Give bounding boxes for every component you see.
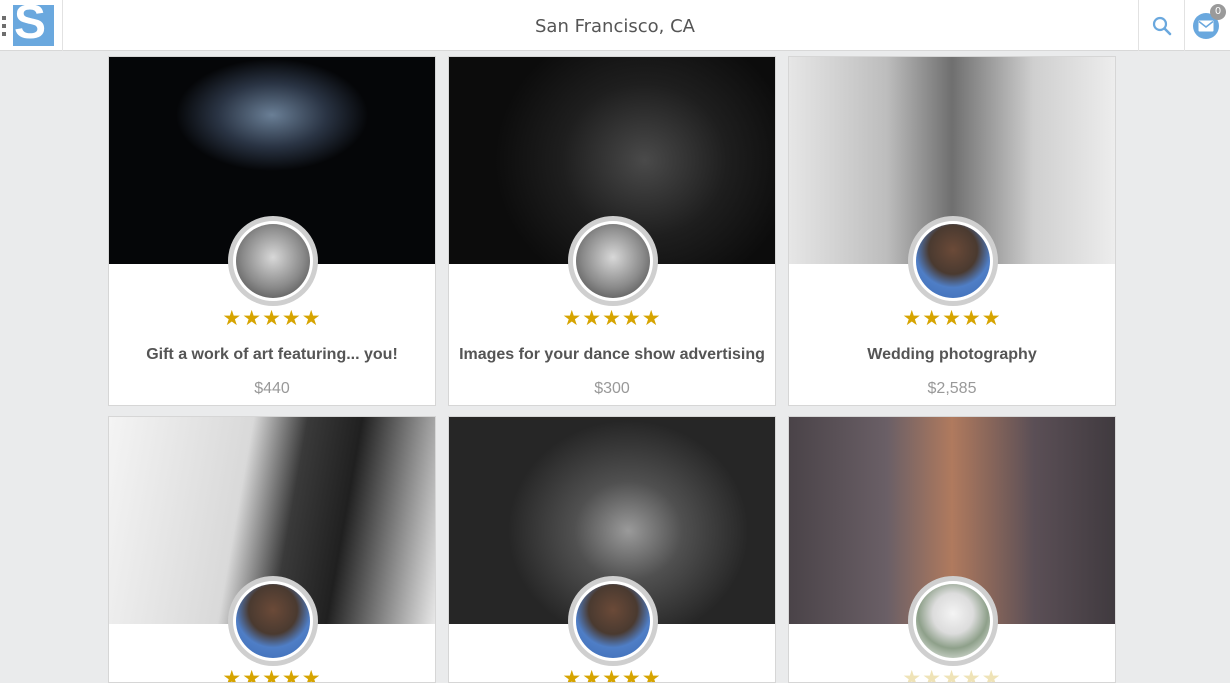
listing-title[interactable]: Wedding photography	[789, 346, 1115, 364]
rating-stars: ★★★★★	[562, 666, 662, 683]
mail-icon	[1198, 20, 1214, 32]
mail-count-badge: 0	[1210, 4, 1226, 20]
listing-card[interactable]: ★★★★★ Gift a work of art featuring... yo…	[108, 56, 436, 406]
listing-title[interactable]: Images for your dance show advertising	[449, 346, 775, 364]
listing-title[interactable]: Gift a work of art featuring... you!	[109, 346, 435, 364]
listing-card[interactable]: ★★★★★ Wedding photography $2,585	[788, 56, 1116, 406]
messages-button[interactable]: 0	[1184, 0, 1230, 51]
rating-stars: ★★★★★	[562, 306, 662, 330]
photographer-avatar[interactable]	[908, 576, 998, 666]
photographer-avatar[interactable]	[228, 216, 318, 306]
rating-stars: ★★★★★	[222, 666, 322, 683]
listing-card[interactable]: ★★★★★	[448, 416, 776, 683]
rating-stars: ★★★★★	[902, 306, 1002, 330]
photographer-avatar[interactable]	[908, 216, 998, 306]
location-title: San Francisco, CA	[535, 16, 695, 37]
top-bar: S San Francisco, CA 0	[0, 0, 1230, 51]
search-button[interactable]	[1138, 0, 1184, 51]
listing-price: $440	[254, 380, 290, 397]
listing-price: $300	[594, 380, 630, 397]
listing-card[interactable]: ★★★★★	[788, 416, 1116, 683]
rating-stars: ★★★★★	[222, 306, 322, 330]
listing-card[interactable]: ★★★★★ Images for your dance show adverti…	[448, 56, 776, 406]
photographer-avatar[interactable]	[568, 576, 658, 666]
rating-stars: ★★★★★	[902, 666, 1002, 683]
listing-card[interactable]: ★★★★★	[108, 416, 436, 683]
photographer-avatar[interactable]	[568, 216, 658, 306]
search-icon	[1152, 16, 1172, 36]
photographer-avatar[interactable]	[228, 576, 318, 666]
listing-price: $2,585	[927, 380, 977, 397]
